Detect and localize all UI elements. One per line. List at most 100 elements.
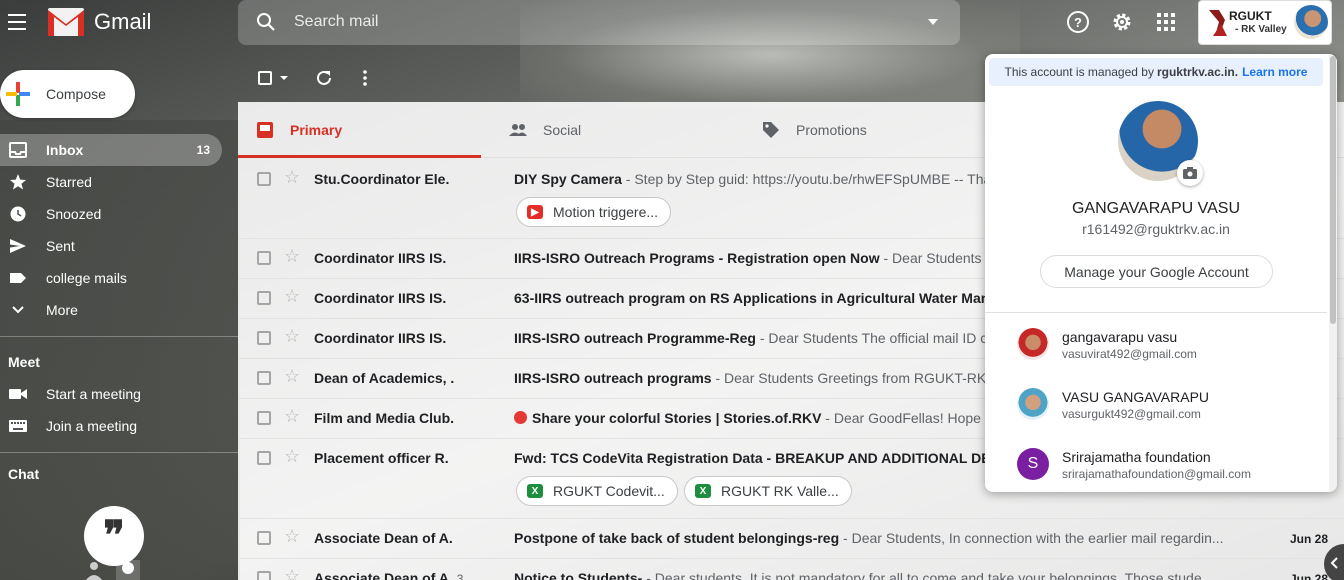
email-subject: Fwd: TCS CodeVita Registration Data - BR… bbox=[514, 450, 1009, 466]
compose-label: Compose bbox=[46, 86, 106, 102]
select-options-icon[interactable] bbox=[280, 76, 288, 80]
thread-count: 3 bbox=[456, 572, 464, 580]
email-subject-line: Postpone of take back of student belongi… bbox=[514, 530, 1224, 546]
sidebar-divider bbox=[0, 452, 238, 453]
email-snippet: - Step by Step guid: https://youtu.be/rh… bbox=[621, 171, 992, 187]
row-checkbox[interactable] bbox=[257, 411, 271, 425]
sidebar-item-college-mails[interactable]: college mails bbox=[0, 262, 222, 294]
settings-gear-icon[interactable] bbox=[1110, 10, 1134, 34]
refresh-icon[interactable] bbox=[315, 69, 333, 87]
star-icon[interactable]: ☆ bbox=[284, 247, 300, 265]
sidebar-item-label: college mails bbox=[46, 270, 127, 286]
more-vert-icon[interactable] bbox=[357, 69, 373, 87]
tab-promotions[interactable]: Promotions bbox=[744, 102, 987, 158]
email-sender: Placement officer R. bbox=[314, 450, 449, 466]
star-icon[interactable]: ☆ bbox=[284, 168, 300, 186]
account-avatar bbox=[1017, 328, 1049, 360]
tab-primary[interactable]: Primary bbox=[238, 102, 481, 158]
attachment-chip[interactable]: X RGUKT RK Valle... bbox=[684, 476, 852, 506]
email-subject: DIY Spy Camera bbox=[514, 171, 622, 187]
gmail-m-icon bbox=[48, 8, 84, 36]
other-account-item[interactable]: VASU GANGAVARAPU vasurgukt492@gmail.com bbox=[985, 376, 1327, 436]
sidebar-item-starred[interactable]: Starred bbox=[0, 166, 222, 198]
row-checkbox[interactable] bbox=[257, 172, 271, 186]
select-all-checkbox[interactable] bbox=[258, 71, 272, 85]
search-icon[interactable] bbox=[256, 12, 276, 32]
sidebar-item-label: Starred bbox=[46, 174, 92, 190]
email-subject: Notice to Students- bbox=[514, 570, 643, 580]
unread-count: 13 bbox=[196, 143, 210, 157]
row-checkbox[interactable] bbox=[257, 251, 271, 265]
email-snippet: - Dear students, It is not mandatory for… bbox=[642, 570, 1214, 580]
star-icon[interactable]: ☆ bbox=[284, 367, 300, 385]
email-snippet: - Dear Students The official mail ID c bbox=[755, 330, 988, 346]
star-icon[interactable]: ☆ bbox=[284, 567, 300, 580]
people-icon bbox=[509, 124, 527, 136]
sidebar-item-label: Join a meeting bbox=[46, 418, 138, 434]
email-sender: Coordinator IIRS IS. bbox=[314, 250, 447, 266]
email-sender: Film and Media Club. bbox=[314, 410, 455, 426]
inbox-tab-icon bbox=[257, 122, 273, 138]
profile-avatar[interactable] bbox=[1294, 5, 1328, 39]
attachment-chip[interactable]: ▶ Motion triggere... bbox=[516, 197, 672, 227]
compose-button[interactable]: Compose bbox=[0, 70, 135, 118]
email-subject: IIRS-ISRO outreach programs bbox=[514, 370, 712, 386]
manage-account-button[interactable]: Manage your Google Account bbox=[1040, 255, 1273, 288]
help-icon[interactable]: ? bbox=[1066, 10, 1090, 34]
email-sender: Dean of Academics, . bbox=[314, 370, 455, 386]
other-account-item[interactable]: S Srirajamatha foundation srirajamathafo… bbox=[985, 436, 1327, 492]
chat-rooms-icon[interactable] bbox=[114, 560, 142, 580]
send-icon bbox=[10, 239, 26, 253]
email-snippet: - Dear Students I h bbox=[879, 250, 1002, 266]
popup-divider bbox=[985, 312, 1327, 313]
star-icon[interactable]: ☆ bbox=[284, 527, 300, 545]
svg-text:?: ? bbox=[1074, 15, 1082, 30]
row-checkbox[interactable] bbox=[257, 531, 271, 545]
attachment-chip[interactable]: X RGUKT Codevit... bbox=[516, 476, 678, 506]
sidebar-item-sent[interactable]: Sent bbox=[0, 230, 222, 262]
join-meeting-item[interactable]: Join a meeting bbox=[0, 410, 222, 442]
tab-social[interactable]: Social bbox=[491, 102, 734, 158]
email-snippet: - Dear Students Greetings from RGUKT-RKV bbox=[711, 370, 996, 386]
tab-label: Social bbox=[543, 122, 582, 138]
chat-section-title: Chat bbox=[8, 466, 40, 482]
row-checkbox[interactable] bbox=[257, 451, 271, 465]
sidebar-item-label: Snoozed bbox=[46, 206, 102, 222]
row-checkbox[interactable] bbox=[257, 571, 271, 580]
person-icon[interactable] bbox=[80, 560, 108, 580]
red-circle-icon bbox=[514, 411, 527, 424]
search-bar[interactable] bbox=[238, 0, 960, 45]
other-account-email: vasurgukt492@gmail.com bbox=[1062, 407, 1201, 421]
sidebar-item-inbox[interactable]: Inbox 13 bbox=[0, 134, 222, 166]
email-row[interactable]: ☆ Associate Dean of A. Postpone of take … bbox=[238, 518, 1344, 559]
sidebar-item-snoozed[interactable]: Snoozed bbox=[0, 198, 222, 230]
row-checkbox[interactable] bbox=[257, 371, 271, 385]
main-menu-icon[interactable] bbox=[8, 12, 28, 32]
popup-scrollbar-thumb[interactable] bbox=[1330, 56, 1336, 324]
email-row[interactable]: ☆ Associate Dean of A. 3 Notice to Studen… bbox=[238, 558, 1344, 580]
apps-grid-icon[interactable] bbox=[1154, 10, 1178, 34]
search-options-icon[interactable] bbox=[928, 19, 938, 25]
change-photo-camera-icon[interactable] bbox=[1177, 160, 1203, 186]
sidebar-item-label: More bbox=[46, 302, 78, 318]
star-icon[interactable]: ☆ bbox=[284, 447, 300, 465]
chat-quote-icon[interactable]: ❞ bbox=[84, 506, 144, 566]
star-icon[interactable]: ☆ bbox=[284, 407, 300, 425]
start-meeting-item[interactable]: Start a meeting bbox=[0, 378, 222, 410]
star-icon bbox=[10, 174, 26, 190]
gmail-logo[interactable]: Gmail bbox=[48, 8, 151, 36]
sidebar-item-more[interactable]: More bbox=[0, 294, 222, 326]
email-sender: Coordinator IIRS IS. bbox=[314, 290, 447, 306]
learn-more-link[interactable]: Learn more bbox=[1242, 65, 1307, 79]
search-input[interactable] bbox=[294, 8, 894, 36]
email-sender: Stu.Coordinator Ele. bbox=[314, 171, 450, 187]
row-checkbox[interactable] bbox=[257, 331, 271, 345]
email-sender: Associate Dean of A. 3 bbox=[314, 570, 463, 580]
star-icon[interactable]: ☆ bbox=[284, 327, 300, 345]
star-icon[interactable]: ☆ bbox=[284, 287, 300, 305]
row-checkbox[interactable] bbox=[257, 291, 271, 305]
email-subject: Share your colorful Stories | Stories.of… bbox=[532, 410, 822, 426]
sidebar-divider bbox=[0, 336, 238, 337]
other-account-item[interactable]: gangavarapu vasu vasuvirat492@gmail.com bbox=[985, 316, 1327, 376]
sheets-icon: X bbox=[527, 484, 543, 498]
